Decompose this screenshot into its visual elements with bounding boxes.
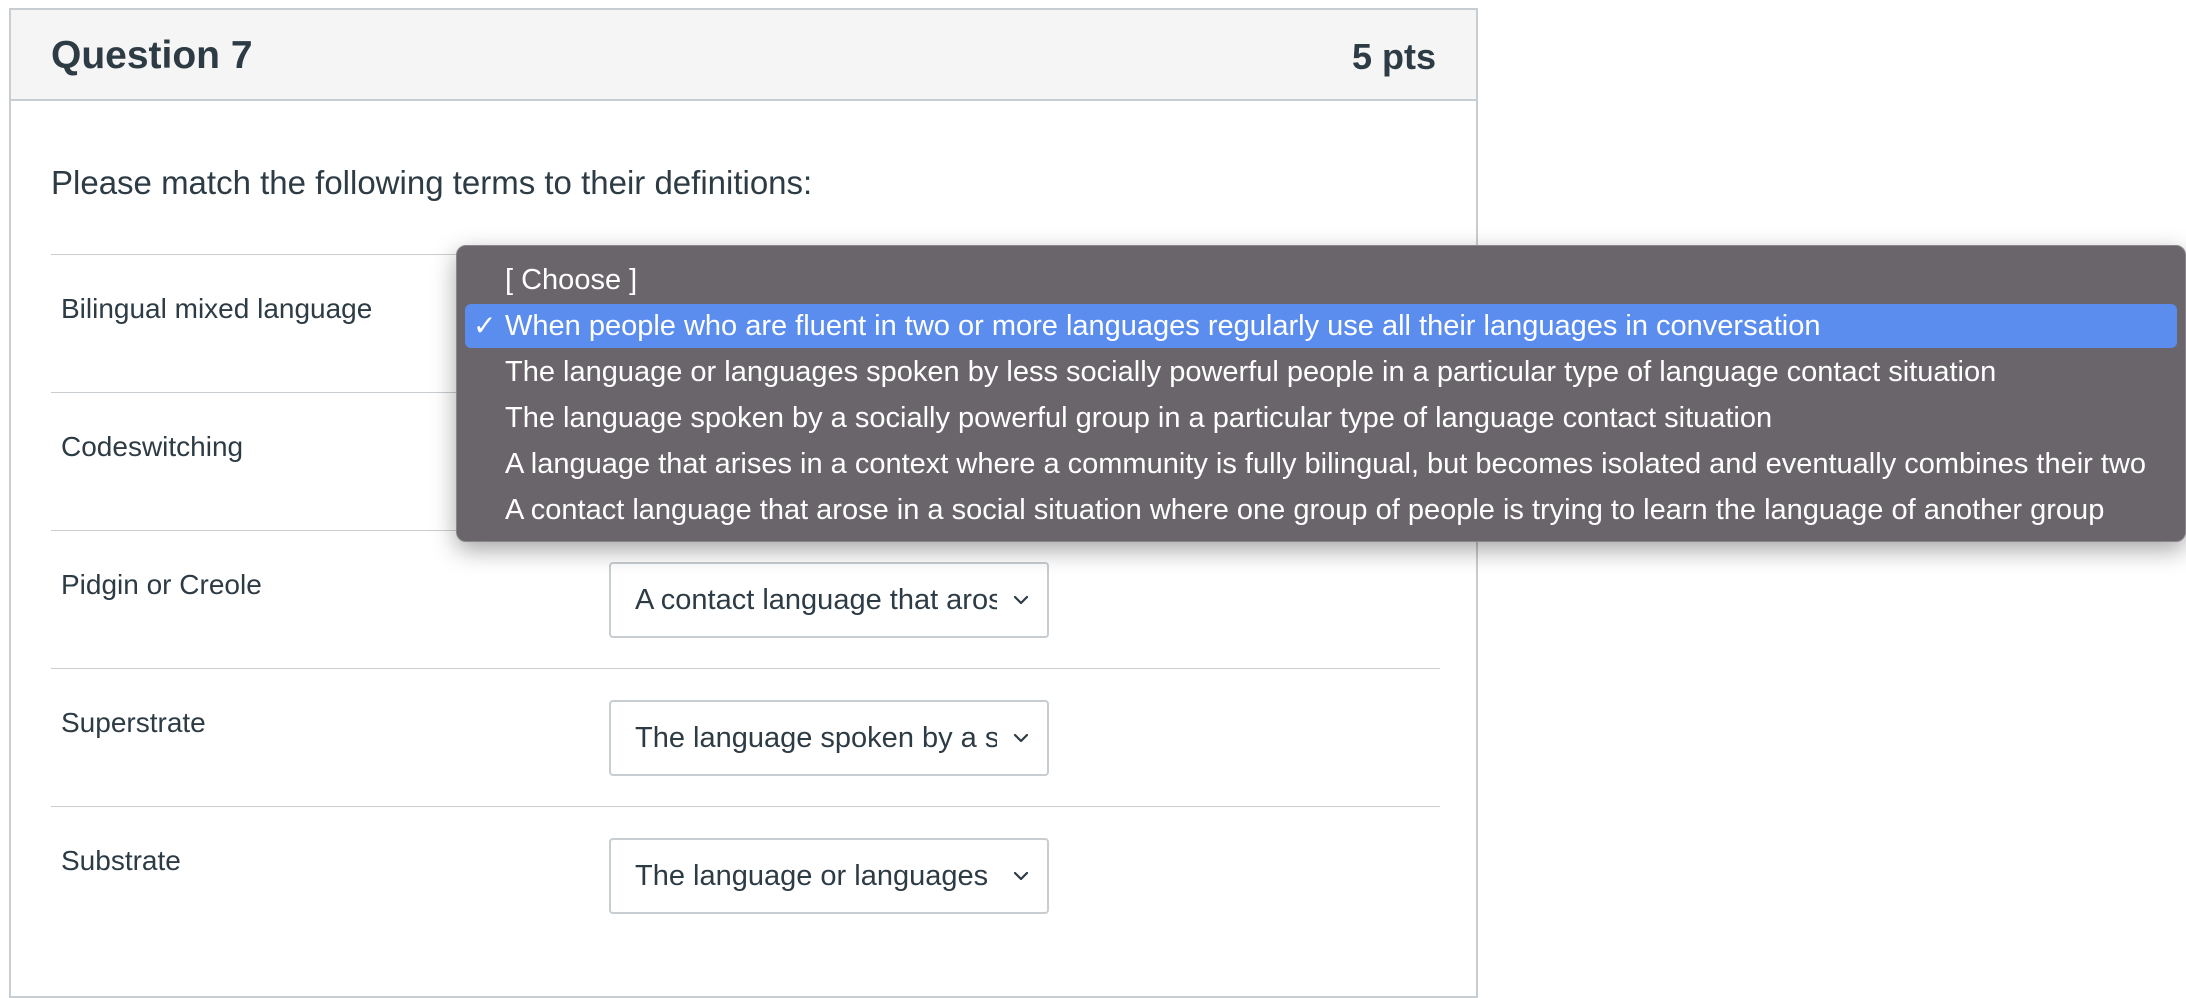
question-prompt: Please match the following terms to thei… <box>51 164 813 201</box>
match-term: Bilingual mixed language <box>61 293 373 324</box>
option-label: The language spoken by a socially powerf… <box>505 402 1773 434</box>
dropdown-option-bilingual-definition[interactable]: ✓ When people who are fluent in two or m… <box>465 304 2177 348</box>
dropdown-option-pidgin-definition[interactable]: A contact language that arose in a socia… <box>465 488 2177 532</box>
definition-select[interactable]: The language or languages spoken by less… <box>609 838 1049 914</box>
dropdown-option-superstrate-definition[interactable]: The language spoken by a socially powerf… <box>465 396 2177 440</box>
definition-dropdown-menu: [ Choose ] ✓ When people who are fluent … <box>456 245 2186 542</box>
dropdown-option-mixed-language-definition[interactable]: A language that arises in a context wher… <box>465 442 2177 486</box>
select-value: The language spoken by a socially powerf… <box>635 722 997 754</box>
match-term: Superstrate <box>61 707 206 738</box>
dropdown-option-choose[interactable]: [ Choose ] <box>465 258 2177 302</box>
definition-select[interactable]: A contact language that arose in a socia… <box>609 562 1049 638</box>
select-value: A contact language that arose in a socia… <box>635 584 997 616</box>
match-row-substrate: Substrate The language or languages spok… <box>51 806 1440 944</box>
question-points: 5 pts <box>1351 36 1436 77</box>
match-row-superstrate: Superstrate The language spoken by a soc… <box>51 668 1440 806</box>
option-label: The language or languages spoken by less… <box>505 356 1997 388</box>
option-label: A language that arises in a context wher… <box>505 448 2147 480</box>
chevron-down-icon <box>1013 595 1029 605</box>
definition-select[interactable]: The language spoken by a socially powerf… <box>609 700 1049 776</box>
option-label: When people who are fluent in two or mor… <box>505 310 1821 342</box>
match-term: Substrate <box>61 845 181 876</box>
checkmark-icon: ✓ <box>473 310 497 341</box>
match-term: Pidgin or Creole <box>61 569 262 600</box>
select-value: The language or languages spoken by less… <box>635 860 997 892</box>
chevron-down-icon <box>1013 871 1029 881</box>
question-header: Question 7 5 pts <box>11 10 1476 101</box>
option-label: [ Choose ] <box>505 264 638 296</box>
match-term: Codeswitching <box>61 431 244 462</box>
dropdown-option-substrate-definition[interactable]: The language or languages spoken by less… <box>465 350 2177 394</box>
question-title: Question 7 <box>51 34 253 77</box>
match-row-pidgin-or-creole: Pidgin or Creole A contact language that… <box>51 530 1440 668</box>
option-label: A contact language that arose in a socia… <box>505 494 2105 526</box>
chevron-down-icon <box>1013 733 1029 743</box>
